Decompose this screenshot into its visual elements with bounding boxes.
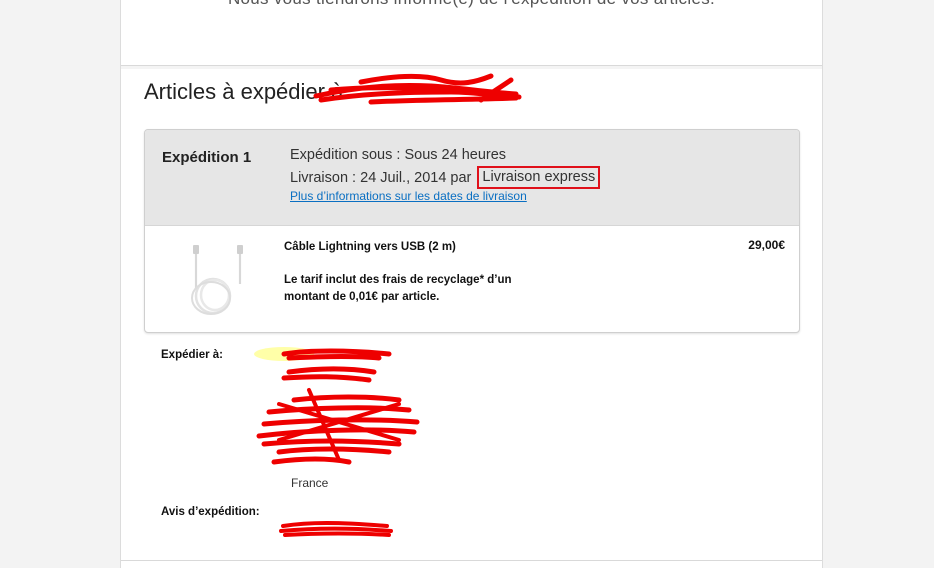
delivery-label: Livraison :	[290, 170, 361, 186]
ships-within-value: Sous 24 heures	[404, 147, 507, 163]
email-redaction	[279, 521, 393, 537]
divider-shadow	[121, 66, 822, 69]
delivery-by: par	[446, 170, 476, 186]
shipment-header: Expédition 1 Expédition sous : Sous 24 h…	[145, 130, 799, 226]
address-redaction	[254, 347, 420, 465]
ships-within-line: Expédition sous : Sous 24 heures	[290, 147, 506, 163]
shipping-notification-label: Avis d’expédition:	[161, 506, 260, 518]
delivery-line: Livraison : 24 Juil., 2014 par Livraison…	[290, 166, 601, 190]
product-price: 29,00€	[748, 238, 785, 252]
ships-within-label: Expédition sous :	[290, 147, 405, 163]
ship-to-country: France	[291, 476, 329, 490]
product-recycling-note: Le tarif inclut des frais de recyclage* …	[284, 274, 512, 303]
shipment-card: Expédition 1 Expédition sous : Sous 24 h…	[144, 129, 800, 333]
checkout-page: Nous vous tiendrons informé(e) de l'expé…	[120, 0, 823, 568]
product-name: Câble Lightning vers USB (2 m)	[284, 241, 456, 253]
delivery-info-link[interactable]: Plus d’informations sur les dates de liv…	[290, 189, 527, 203]
lightning-cable-image	[191, 245, 243, 315]
delivery-method: Livraison express	[477, 166, 601, 189]
section-title: Articles à expédier à	[144, 79, 344, 104]
delivery-date: 24 Juil., 2014	[360, 170, 447, 186]
shipping-notice: Nous vous tiendrons informé(e) de l'expé…	[121, 0, 822, 9]
shipment-label: Expédition 1	[162, 149, 252, 166]
ship-to-label: Expédier à:	[161, 349, 223, 361]
divider-bottom	[121, 560, 822, 561]
